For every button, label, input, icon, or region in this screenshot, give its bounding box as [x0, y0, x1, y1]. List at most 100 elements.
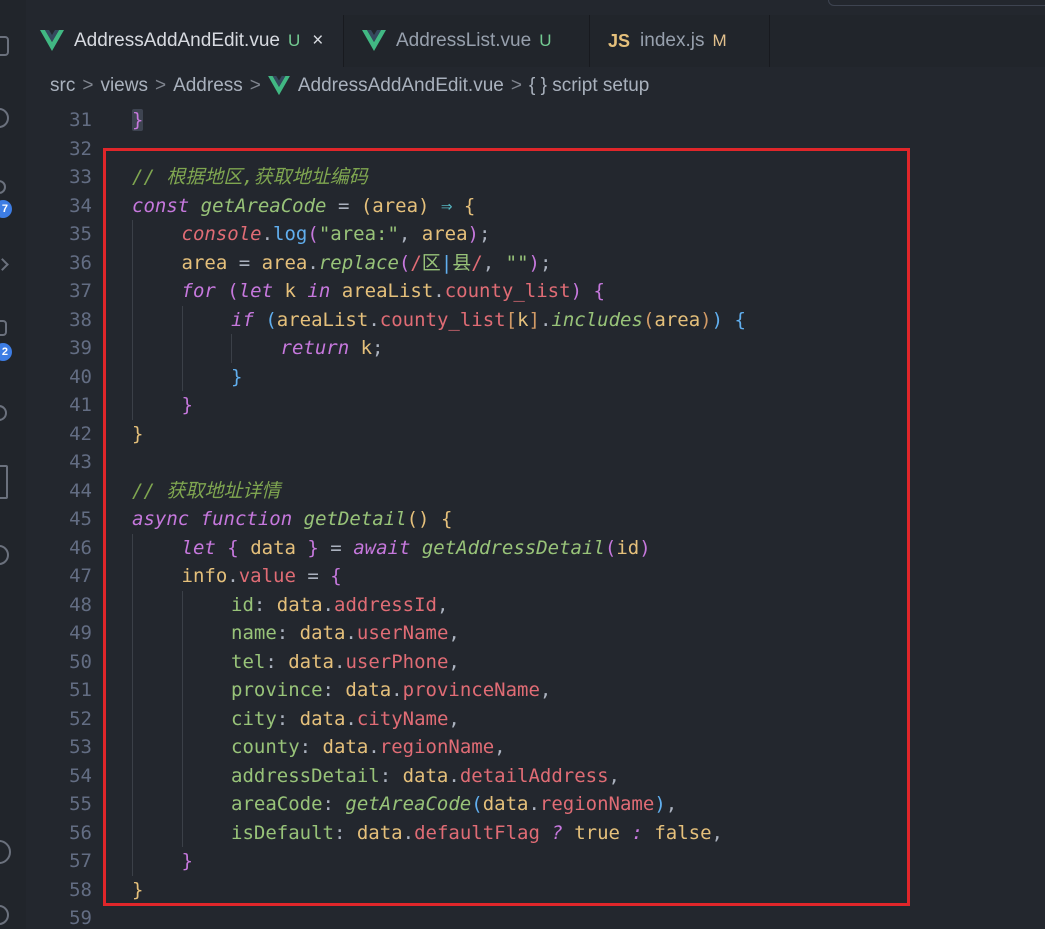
code-line[interactable]: 54 addressDetail: data.detailAddress,: [26, 761, 1045, 790]
line-number: 56: [69, 821, 92, 844]
indent-guide: [132, 647, 133, 676]
code-line[interactable]: 48 id: data.addressId,: [26, 590, 1045, 619]
code-line[interactable]: 43: [26, 448, 1045, 477]
code-token: {: [593, 280, 605, 302]
line-number: 33: [69, 166, 92, 188]
code-token: {: [330, 565, 342, 587]
code-line[interactable]: 58}: [26, 876, 1045, 905]
source-control-icon[interactable]: [0, 180, 6, 194]
code-token: (: [604, 536, 617, 559]
close-tab-icon[interactable]: ×: [312, 30, 323, 52]
code-token: .: [402, 821, 415, 844]
activity-bar: 7 2: [0, 0, 26, 929]
remote-icon[interactable]: [0, 405, 7, 421]
code-line[interactable]: 33 // 根据地区,获取地址编码: [26, 163, 1045, 192]
settings-icon[interactable]: [0, 905, 9, 925]
breadcrumb-item-address[interactable]: Address: [173, 75, 243, 97]
files-icon[interactable]: [0, 36, 9, 56]
code-line[interactable]: 49 name: data.userName,: [26, 619, 1045, 648]
search-icon[interactable]: [0, 108, 9, 128]
code-token: 县: [452, 251, 472, 274]
code-line[interactable]: 55 areaCode: getAreaCode(data.regionName)…: [26, 790, 1045, 819]
testing-icon[interactable]: [0, 465, 8, 499]
code-token: data: [345, 679, 392, 701]
indent-guide: [181, 676, 183, 705]
code-line[interactable]: 52 city: data.cityName,: [26, 704, 1045, 734]
line-number: 45: [69, 508, 92, 530]
code-token: ,: [448, 622, 460, 644]
code-line[interactable]: 38 if (areaList.county_list[k].includes(a…: [26, 305, 1045, 335]
code-line[interactable]: 46 let { data } = await getAddressDetail(…: [26, 533, 1045, 562]
code-line[interactable]: 47 info.value = {: [26, 562, 1045, 591]
vue-file-icon: [362, 30, 386, 51]
code-line[interactable]: 57}: [26, 847, 1045, 876]
breadcrumb-item-views[interactable]: views: [100, 75, 148, 97]
code-token: regionName: [539, 793, 655, 815]
line-number: 37: [69, 280, 92, 302]
code-token: detailAddress: [459, 764, 609, 787]
code-line[interactable]: 36 area = area.replace(/区|县/, "");: [26, 248, 1045, 278]
code-token: (: [227, 280, 239, 302]
code-line[interactable]: 40}: [26, 362, 1045, 391]
code-line[interactable]: 41}: [26, 391, 1045, 420]
code-line[interactable]: 44 // 获取地址详情: [26, 477, 1045, 506]
code-token: id: [231, 593, 254, 616]
code-text: // 根据地区,获取地址编码: [132, 163, 368, 192]
code-line[interactable]: 59: [26, 904, 1045, 929]
code-token: area: [181, 251, 228, 274]
code-line[interactable]: 51 province: data.provinceName,: [26, 676, 1045, 705]
code-text: for (let k in areaList.county_list) {: [182, 277, 605, 306]
code-token: :: [276, 622, 300, 644]
extensions-icon[interactable]: [0, 320, 7, 336]
code-line[interactable]: 45 async function getDetail() {: [26, 505, 1045, 534]
code-token: (: [406, 508, 419, 530]
tab-address-add-and-edit[interactable]: AddressAddAndEdit.vue U ×: [26, 15, 344, 67]
code-line[interactable]: 35 console.log("area:", area);: [26, 220, 1045, 249]
code-text: if (areaList.county_list[k].includes(are…: [231, 306, 746, 335]
code-editor[interactable]: 31} 32 33 // 根据地区,获取地址编码 34 const getAreaCode…: [26, 104, 1045, 929]
code-text: area = area.replace(/区|县/, "");: [182, 249, 552, 278]
line-number: 51: [69, 679, 92, 701]
code-token: async: [132, 508, 190, 530]
code-token: "": [505, 251, 529, 274]
code-token: {: [734, 308, 746, 331]
line-number: 59: [69, 907, 92, 929]
indent-guide: [132, 733, 133, 762]
code-line[interactable]: 34 const getAreaCode = (area) ⇒ {: [26, 192, 1045, 221]
breadcrumb-item-file[interactable]: AddressAddAndEdit.vue: [298, 75, 504, 97]
code-line[interactable]: 31}: [26, 106, 1045, 135]
account-icon[interactable]: [0, 840, 11, 864]
code-token: k: [284, 280, 296, 302]
breadcrumb-item-symbol[interactable]: { } script setup: [529, 75, 649, 97]
code-token: ): [570, 280, 583, 302]
tab-address-list[interactable]: AddressList.vue U: [344, 15, 590, 67]
code-text: city: data.cityName,: [231, 705, 460, 734]
code-line[interactable]: 53 county: data.regionName,: [26, 733, 1045, 762]
timeline-icon[interactable]: [0, 545, 9, 565]
indent-guide: [132, 562, 133, 591]
breadcrumb-item-src[interactable]: src: [50, 75, 75, 97]
line-number: 58: [69, 878, 92, 901]
code-text: }: [132, 876, 143, 905]
code-token: (: [642, 308, 655, 331]
code-token: .: [227, 565, 239, 587]
code-line[interactable]: 42}: [26, 420, 1045, 449]
code-token: // 根据地区,获取地址编码: [132, 166, 368, 188]
breadcrumb-separator: >: [154, 75, 167, 96]
line-number: 34: [69, 194, 92, 217]
code-line[interactable]: 37 for (let k in areaList.county_list) {: [26, 277, 1045, 306]
code-token: .: [345, 622, 357, 644]
search-box-edge[interactable]: [828, 0, 1045, 6]
extensions-badge: 2: [0, 343, 12, 361]
code-token: =: [227, 251, 262, 274]
code-token: ,: [398, 223, 422, 245]
code-token: true: [574, 821, 620, 844]
code-token: .: [391, 679, 403, 701]
tab-index-js[interactable]: JS index.js M: [590, 15, 770, 67]
code-line[interactable]: 50 tel: data.userPhone,: [26, 647, 1045, 676]
code-line[interactable]: 39 return k;: [26, 334, 1045, 363]
code-line[interactable]: 56 isDefault: data.defaultFlag ? true : f…: [26, 818, 1045, 847]
code-line[interactable]: 32: [26, 135, 1045, 164]
run-debug-icon[interactable]: [0, 258, 9, 271]
